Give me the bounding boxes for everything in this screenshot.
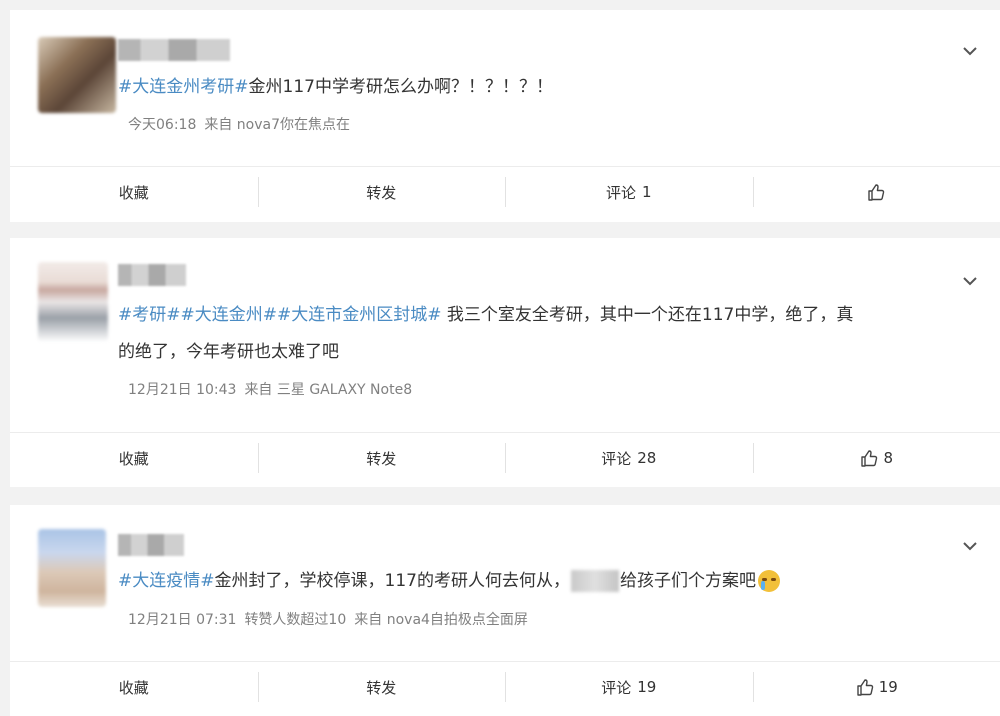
post-text: #考研##大连金州##大连市金州区封城# 我三个室友全考研，其中一个还在117中… — [118, 297, 970, 371]
post-content: 金州117中学考研怎么办啊？！？！？！ — [248, 77, 553, 97]
comment-button[interactable]: 评论 28 — [505, 433, 753, 483]
collect-label: 收藏 — [118, 449, 149, 468]
collect-label: 收藏 — [118, 183, 149, 202]
post-content: 给孩子们个方案吧 — [619, 571, 756, 591]
comment-count: 19 — [637, 678, 657, 696]
action-bar: 收藏 转发 评论 28 8 — [10, 432, 1000, 483]
collect-button[interactable]: 收藏 — [10, 167, 258, 217]
post-source: 来自 nova7你在焦点在 — [204, 117, 351, 133]
collect-button[interactable]: 收藏 — [10, 433, 258, 483]
like-button[interactable]: 19 — [752, 662, 1000, 712]
comment-count: 1 — [641, 183, 652, 201]
post-meta: 12月21日 10:43 来自 三星 GALAXY Note8 — [128, 379, 420, 399]
post-text: #大连疫情#金州封了，学校停课，117的考研人何去何从， 给孩子们个方案吧 — [118, 563, 970, 600]
collect-button[interactable]: 收藏 — [10, 662, 258, 712]
thumbs-up-icon — [859, 448, 879, 468]
like-count: 19 — [878, 678, 898, 696]
comment-button[interactable]: 评论 19 — [505, 662, 753, 712]
username[interactable] — [118, 264, 186, 286]
repost-button[interactable]: 转发 — [257, 433, 506, 483]
post-time[interactable]: 12月21日 10:43 — [128, 382, 236, 398]
comment-label: 评论 — [601, 678, 632, 697]
post-card: #大连疫情#金州封了，学校停课，117的考研人何去何从， 给孩子们个方案吧 12月… — [10, 505, 1000, 716]
repost-threshold: 转赞人数超过10 — [244, 612, 347, 628]
repost-button[interactable]: 转发 — [257, 167, 506, 217]
post-card: #考研##大连金州##大连市金州区封城# 我三个室友全考研，其中一个还在117中… — [10, 238, 1000, 487]
post-source: 来自 nova4自拍极点全面屏 — [354, 612, 528, 628]
post-source: 来自 三星 GALAXY Note8 — [244, 382, 413, 398]
post-meta: 今天06:18 来自 nova7你在焦点在 — [128, 114, 358, 134]
like-button[interactable] — [752, 167, 1000, 217]
crying-emoji-icon — [757, 570, 780, 592]
hashtag-link[interactable]: #考研# — [118, 305, 181, 325]
thumbs-up-icon — [866, 182, 886, 202]
hashtag-link[interactable]: #大连金州# — [181, 305, 278, 325]
post-meta: 12月21日 07:31 转赞人数超过10 来自 nova4自拍极点全面屏 — [128, 609, 536, 629]
repost-label: 转发 — [366, 183, 397, 202]
post-content: 我三个室友全考研，其中一个还在117中学，绝了，真 — [441, 305, 854, 325]
blurred-mention — [570, 570, 619, 592]
thumbs-up-icon — [855, 677, 875, 697]
post-content: 金州封了，学校停课，117的考研人何去何从， — [214, 571, 570, 591]
comment-label: 评论 — [605, 183, 636, 202]
post-text: #大连金州考研#金州117中学考研怎么办啊？！？！？！ — [118, 69, 970, 106]
hashtag-link[interactable]: #大连金州考研# — [118, 77, 249, 97]
repost-label: 转发 — [366, 449, 397, 468]
chevron-down-icon[interactable] — [962, 273, 978, 289]
like-count: 8 — [883, 449, 894, 467]
username[interactable] — [118, 534, 184, 556]
avatar[interactable] — [38, 262, 108, 342]
hashtag-link[interactable]: #大连疫情# — [118, 571, 215, 591]
comment-count: 28 — [637, 449, 657, 467]
repost-button[interactable]: 转发 — [257, 662, 506, 712]
chevron-down-icon[interactable] — [962, 538, 978, 554]
avatar[interactable] — [38, 37, 116, 113]
hashtag-link[interactable]: #大连市金州区封城# — [277, 305, 442, 325]
post-time[interactable]: 12月21日 07:31 — [128, 612, 236, 628]
username[interactable] — [118, 39, 230, 61]
action-bar: 收藏 转发 评论 1 — [10, 166, 1000, 217]
collect-label: 收藏 — [118, 678, 149, 697]
post-content: 的绝了，今年考研也太难了吧 — [118, 342, 339, 362]
like-button[interactable]: 8 — [752, 433, 1000, 483]
comment-label: 评论 — [601, 449, 632, 468]
post-time[interactable]: 今天06:18 — [128, 117, 196, 133]
post-card: #大连金州考研#金州117中学考研怎么办啊？！？！？！ 今天06:18 来自 no… — [10, 10, 1000, 222]
chevron-down-icon[interactable] — [962, 43, 978, 59]
comment-button[interactable]: 评论 1 — [505, 167, 753, 217]
avatar[interactable] — [38, 529, 106, 607]
action-bar: 收藏 转发 评论 19 19 — [10, 661, 1000, 712]
repost-label: 转发 — [366, 678, 397, 697]
